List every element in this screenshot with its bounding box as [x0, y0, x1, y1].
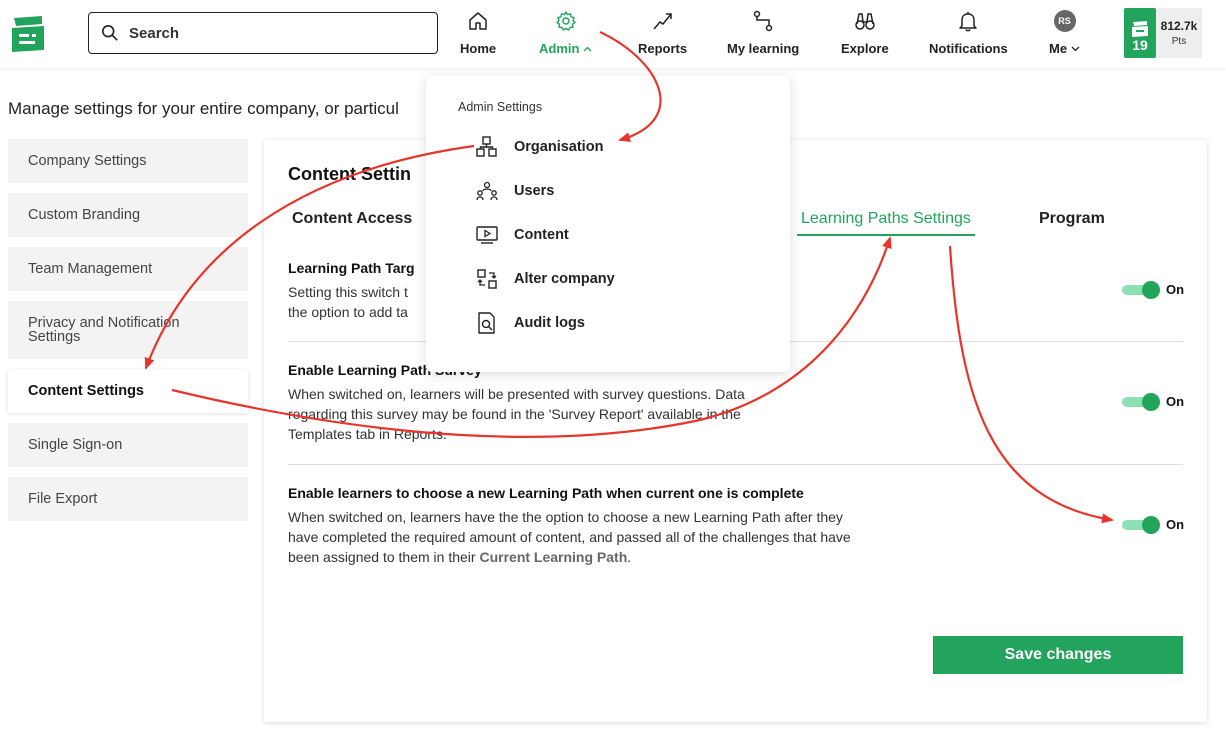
setting-choose-new-learning-path: Enable learners to choose a new Learning… [288, 485, 1183, 567]
nav-admin-label: Admin [539, 41, 580, 56]
nav-explore-label: Explore [841, 41, 889, 56]
toggle-track [1122, 280, 1160, 299]
dropdown-item-label: Audit logs [514, 315, 585, 331]
top-navigation-bar: Home Admin Reports My learning Explore N… [0, 0, 1226, 68]
alter-company-icon [477, 269, 497, 289]
sidebar-item-content-settings[interactable]: Content Settings [8, 369, 248, 413]
level-number: 19 [1132, 37, 1148, 53]
nav-home[interactable]: Home [460, 10, 496, 60]
dropdown-item-audit-logs[interactable]: Audit logs [476, 312, 585, 334]
dropdown-item-organisation[interactable]: Organisation [476, 136, 603, 158]
setting-description-end: . [627, 549, 632, 565]
organisation-icon [476, 136, 497, 157]
toggle-state: On [1166, 394, 1185, 409]
toggle-knob [1142, 392, 1160, 411]
tab-content-access[interactable]: Content Access [292, 210, 412, 228]
dropdown-item-label: Content [514, 227, 569, 243]
toggle-track [1122, 515, 1160, 534]
nav-reports[interactable]: Reports [638, 10, 687, 60]
setting-title: Enable learners to choose a new Learning… [288, 485, 804, 501]
dropdown-item-label: Users [514, 183, 555, 199]
binoculars-icon [855, 13, 875, 30]
search-input[interactable] [129, 24, 419, 42]
learning-path-survey-toggle[interactable]: On [1122, 392, 1185, 411]
chevron-up-icon [583, 46, 592, 51]
sidebar-item-custom-branding[interactable]: Custom Branding [8, 193, 248, 237]
toggle-knob [1142, 280, 1160, 299]
choose-new-learning-path-toggle[interactable]: On [1122, 515, 1185, 534]
dropdown-header: Admin Settings [458, 100, 543, 114]
home-icon [469, 12, 487, 30]
dropdown-item-alter-company[interactable]: Alter company [476, 268, 615, 290]
dropdown-item-users[interactable]: Users [476, 180, 554, 202]
toggle-state: On [1166, 282, 1185, 297]
nav-reports-label: Reports [638, 41, 688, 56]
toggle-state: On [1166, 517, 1185, 532]
avatar: RS [1053, 10, 1076, 32]
app-logo[interactable] [10, 14, 46, 54]
learning-path-icon [753, 10, 773, 32]
nav-explore[interactable]: Explore [841, 10, 889, 60]
sidebar-item-privacy-notification[interactable]: Privacy and Notification Settings [8, 301, 248, 359]
admin-settings-dropdown: Admin Settings Organisation Users Conten… [426, 76, 790, 372]
reports-trend-icon [652, 13, 672, 30]
nav-me[interactable]: RS Me [1049, 10, 1080, 60]
content-icon [476, 226, 498, 244]
current-learning-path-text: Current Learning Path [479, 549, 628, 565]
points-value: 812.7k [1160, 19, 1198, 33]
divider [288, 464, 1183, 465]
search-icon [101, 24, 118, 41]
level-logo-icon [1132, 21, 1148, 37]
nav-my-learning-label: My learning [727, 41, 800, 56]
search-bar[interactable] [88, 12, 438, 54]
page-intro-text: Manage settings for your entire company,… [8, 99, 399, 118]
nav-notifications[interactable]: Notifications [929, 10, 1008, 60]
nav-home-label: Home [460, 41, 497, 56]
dropdown-item-label: Alter company [514, 271, 615, 287]
users-icon [476, 181, 498, 201]
sidebar-item-file-export[interactable]: File Export [8, 477, 248, 521]
nav-me-label: Me [1049, 41, 1068, 56]
gear-icon [556, 11, 576, 31]
nav-my-learning[interactable]: My learning [727, 10, 799, 60]
nav-notifications-label: Notifications [929, 41, 1008, 56]
setting-description: When switched on, learners will be prese… [288, 386, 745, 442]
setting-description-line1: Setting this switch t [288, 284, 408, 300]
level-badge: 19 [1124, 8, 1156, 58]
sidebar-item-team-management[interactable]: Team Management [8, 247, 248, 291]
points-widget[interactable]: 19 812.7k Pts [1124, 8, 1202, 58]
bell-icon [959, 12, 978, 32]
nav-admin[interactable]: Admin [539, 10, 592, 60]
sidebar-item-company-settings[interactable]: Company Settings [8, 139, 248, 183]
panel-title: Content Settin [288, 164, 411, 184]
toggle-track [1122, 392, 1160, 411]
save-changes-button[interactable]: Save changes [933, 636, 1183, 674]
tab-program[interactable]: Program [1039, 210, 1105, 228]
points-unit: Pts [1171, 36, 1187, 47]
dropdown-item-label: Organisation [514, 139, 604, 155]
dropdown-item-content[interactable]: Content [476, 224, 569, 246]
tab-learning-paths-settings[interactable]: Learning Paths Settings [797, 210, 975, 236]
toggle-knob [1142, 515, 1160, 534]
audit-logs-icon [478, 312, 495, 334]
setting-learning-path-survey: Enable Learning Path Survey When switche… [288, 362, 1183, 444]
setting-description: When switched on, learners have the the … [288, 507, 858, 567]
learning-path-target-toggle[interactable]: On [1122, 280, 1185, 299]
setting-description-line2: the option to add ta [288, 304, 408, 320]
sidebar-item-single-sign-on[interactable]: Single Sign-on [8, 423, 248, 467]
chevron-down-icon [1071, 46, 1080, 51]
